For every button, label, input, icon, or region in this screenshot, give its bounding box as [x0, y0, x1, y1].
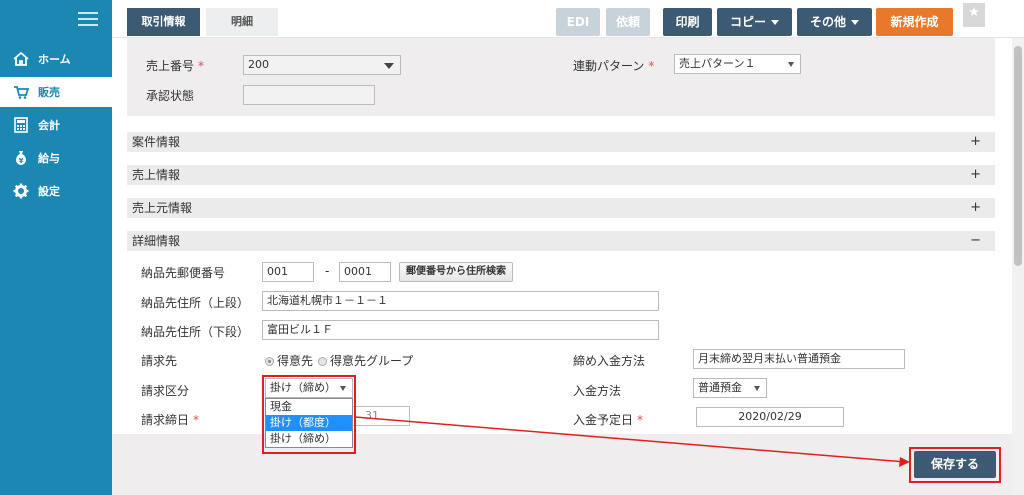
- section-case-info[interactable]: 案件情報 +: [127, 132, 995, 152]
- chevron-down-icon: [754, 386, 760, 391]
- new-create-button[interactable]: 新規作成: [876, 8, 953, 36]
- main-content: 売上番号 * 200 承認状態 連動パターン * 売上パターン１ 案件情報 + 売上情…: [112, 38, 1012, 434]
- calculator-icon: [12, 116, 30, 134]
- expand-icon[interactable]: +: [970, 165, 981, 185]
- radio-icon: [265, 357, 274, 366]
- sale-number-select[interactable]: 200: [243, 55, 401, 75]
- sidebar-item-label: 給与: [38, 152, 60, 165]
- payment-date-field[interactable]: 2020/02/29: [696, 407, 844, 427]
- pattern-value: 売上パターン１: [679, 57, 756, 70]
- chevron-down-icon: [788, 62, 794, 67]
- pattern-label: 連動パターン *: [573, 59, 655, 73]
- radio-label: 得意先: [277, 354, 314, 368]
- home-icon: [12, 50, 30, 68]
- chevron-down-icon: [771, 20, 779, 25]
- bill-to-label: 請求先: [141, 354, 178, 368]
- payment-method-value: 普通預金: [698, 381, 742, 394]
- cart-icon: [12, 83, 30, 101]
- sale-number-label: 売上番号 *: [146, 59, 205, 73]
- postal-field-2[interactable]: 0001: [339, 262, 391, 282]
- expand-icon[interactable]: +: [970, 198, 981, 218]
- save-button[interactable]: 保存する: [914, 451, 996, 478]
- approval-label: 承認状態: [146, 89, 195, 103]
- scroll-thumb[interactable]: [1014, 46, 1022, 266]
- sidebar-item-settings[interactable]: 設定: [0, 176, 112, 206]
- address2-label: 納品先住所（下段）: [141, 325, 250, 339]
- bill-close-value: 31: [365, 409, 379, 422]
- section-title: 案件情報: [132, 135, 181, 149]
- payment-method-label: 入金方法: [573, 384, 622, 398]
- bill-close-field[interactable]: 31: [352, 406, 410, 426]
- sidebar-item-label: 販売: [38, 86, 60, 99]
- copy-button-label: コピー: [729, 15, 766, 29]
- postal-search-button[interactable]: 郵便番号から住所検索: [399, 262, 513, 282]
- section-title: 売上元情報: [132, 201, 193, 215]
- closing-method-field[interactable]: 月末締め翌月末払い普通預金: [693, 349, 905, 369]
- print-button[interactable]: 印刷: [663, 8, 712, 36]
- section-title: 売上情報: [132, 168, 181, 182]
- hamburger-menu-icon[interactable]: [78, 12, 98, 28]
- radio-label: 得意先グループ: [330, 354, 414, 368]
- sidebar-item-label: 会計: [38, 119, 60, 132]
- address2-field[interactable]: 富田ビル１Ｆ: [262, 320, 659, 340]
- sidebar-item-payroll[interactable]: ¥ 給与: [0, 143, 112, 173]
- sidebar-item-accounting[interactable]: 会計: [0, 110, 112, 140]
- closing-method-label: 締め入金方法: [573, 354, 646, 368]
- postal-field-1[interactable]: 001: [262, 262, 314, 282]
- footer-bar: [112, 434, 1012, 495]
- copy-button[interactable]: コピー: [717, 8, 792, 36]
- section-detail-info[interactable]: 詳細情報 −: [127, 231, 995, 251]
- postal-separator: -: [325, 264, 330, 278]
- sale-number-value: 200: [248, 58, 269, 71]
- bill-to-radio-group[interactable]: 得意先グループ: [318, 352, 413, 369]
- pattern-select[interactable]: 売上パターン１: [674, 54, 801, 74]
- address1-label: 納品先住所（上段）: [141, 296, 250, 310]
- section-title: 詳細情報: [132, 234, 181, 248]
- edi-button[interactable]: EDI: [556, 8, 600, 36]
- other-button[interactable]: その他: [797, 8, 872, 36]
- money-bag-icon: ¥: [12, 149, 30, 167]
- other-button-label: その他: [809, 15, 846, 29]
- payment-method-select[interactable]: 普通預金: [693, 378, 767, 398]
- bookmark-star-icon[interactable]: ★: [963, 3, 985, 27]
- bill-type-dropdown-list: 現金 掛け（都度） 掛け（締め）: [265, 398, 353, 448]
- approval-field: [243, 85, 375, 105]
- bill-to-radio-customer[interactable]: 得意先: [265, 352, 313, 369]
- request-button[interactable]: 依頼: [606, 8, 650, 36]
- dropdown-option-per-transaction[interactable]: 掛け（都度）: [266, 415, 352, 431]
- collapse-icon[interactable]: −: [970, 231, 981, 251]
- payment-date-label: 入金予定日 *: [573, 413, 644, 427]
- postal-label: 納品先郵便番号: [141, 266, 226, 280]
- sidebar-item-label: ホーム: [38, 53, 71, 66]
- top-bar: 取引情報 明細 EDI 依頼 印刷 コピー その他 新規作成 ★: [112, 0, 1024, 38]
- tab-details[interactable]: 明細: [206, 8, 278, 36]
- bill-close-label: 請求締日 *: [141, 413, 200, 427]
- tab-transaction-info[interactable]: 取引情報: [127, 8, 200, 36]
- svg-text:¥: ¥: [19, 157, 24, 165]
- header-form-panel: 売上番号 * 200 承認状態 連動パターン * 売上パターン１: [127, 38, 995, 116]
- sidebar-item-sales[interactable]: 販売: [0, 77, 112, 107]
- chevron-down-icon: [851, 20, 859, 25]
- dropdown-option-cash[interactable]: 現金: [266, 399, 352, 415]
- address1-field[interactable]: 北海道札幌市１－１－１: [262, 291, 659, 311]
- vertical-scrollbar[interactable]: [1012, 38, 1024, 495]
- radio-icon: [318, 357, 327, 366]
- chevron-down-icon: [384, 63, 394, 69]
- gear-icon: [12, 182, 30, 200]
- sidebar: ホーム 販売 会計 ¥ 給与 設定: [0, 0, 112, 495]
- bill-type-label: 請求区分: [141, 384, 190, 398]
- sidebar-item-home[interactable]: ホーム: [0, 44, 112, 74]
- section-sales-info[interactable]: 売上情報 +: [127, 165, 995, 185]
- sidebar-item-label: 設定: [38, 185, 60, 198]
- section-seller-info[interactable]: 売上元情報 +: [127, 198, 995, 218]
- expand-icon[interactable]: +: [970, 132, 981, 152]
- dropdown-option-closing[interactable]: 掛け（締め）: [266, 431, 352, 447]
